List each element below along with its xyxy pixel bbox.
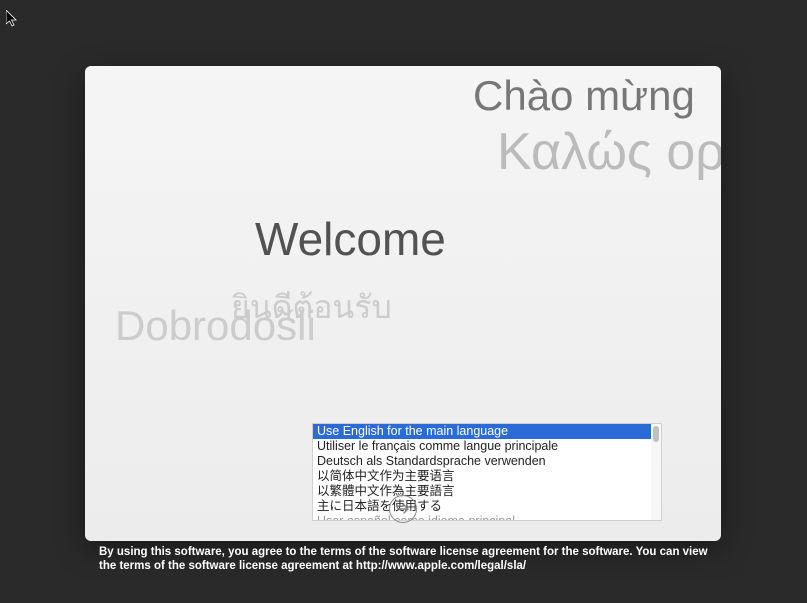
setup-dialog: Chào mừng Καλώς ορίσατε Welcome ยินดีต้อ… <box>85 66 721 541</box>
language-option[interactable]: Utiliser le français comme langue princi… <box>313 439 651 454</box>
welcome-background: Chào mừng Καλώς ορίσατε Welcome ยินดีต้อ… <box>85 66 721 421</box>
welcome-word-slovenian: Dobrodošli <box>115 302 316 350</box>
language-scrollbar[interactable] <box>651 424 661 520</box>
language-list-container: Use English for the main languageUtilise… <box>312 423 662 521</box>
language-option[interactable]: Deutsch als Standardsprache verwenden <box>313 454 651 469</box>
welcome-word-vietnamese: Chào mừng <box>473 72 695 120</box>
arrow-right-icon <box>395 501 411 517</box>
next-button[interactable] <box>389 495 417 523</box>
language-option[interactable]: Usar español como idioma principal <box>313 514 651 520</box>
mouse-cursor <box>6 10 20 28</box>
welcome-word-main: Welcome <box>255 212 446 266</box>
welcome-word-greek: Καλώς ορίσατε <box>497 122 721 182</box>
language-option[interactable]: 主に日本語を使用する <box>313 499 651 514</box>
language-option[interactable]: 以繁體中文作為主要語言 <box>313 484 651 499</box>
license-agreement-text: By using this software, you agree to the… <box>99 545 709 573</box>
language-option[interactable]: Use English for the main language <box>313 424 651 439</box>
scrollbar-thumb[interactable] <box>653 426 659 442</box>
language-option[interactable]: 以简体中文作为主要语言 <box>313 469 651 484</box>
language-list[interactable]: Use English for the main languageUtilise… <box>313 424 651 520</box>
